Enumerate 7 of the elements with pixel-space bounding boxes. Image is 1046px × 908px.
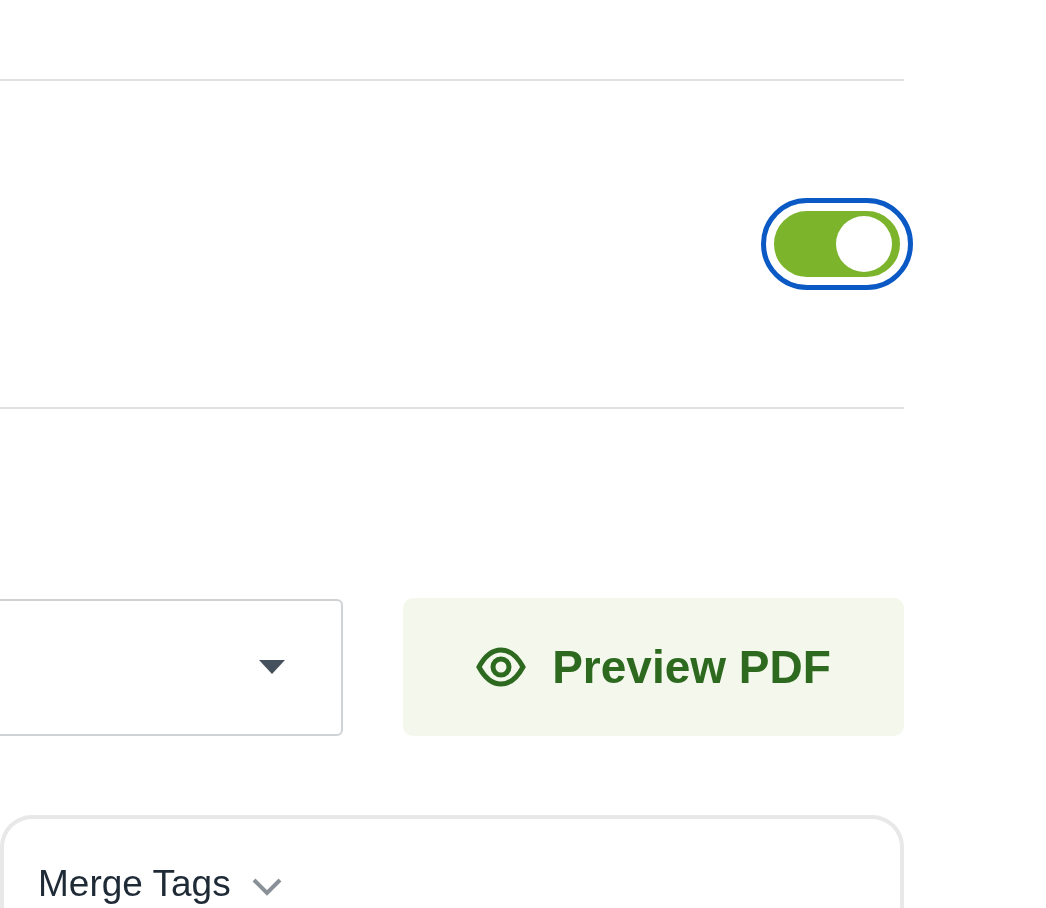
merge-tags-dropdown[interactable]: Merge Tags [38,863,231,905]
toggle-switch[interactable] [771,208,903,280]
chevron-down-icon[interactable] [250,877,283,897]
dropdown-field[interactable] [0,598,343,736]
caret-icon [259,660,285,674]
eye-icon [476,647,527,687]
preview-button[interactable]: Preview PDF [403,598,904,736]
